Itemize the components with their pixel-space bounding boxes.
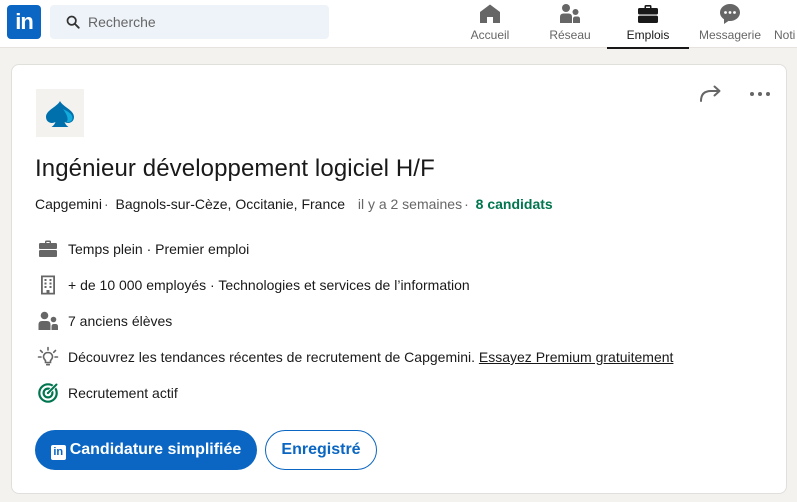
nav-item-label: Noti [774,28,796,42]
job-meta-row: Capgemini · Bagnols-sur-Cèze, Occitanie, … [35,196,553,212]
people-icon [38,311,58,330]
nav-item-messaging[interactable]: Messagerie [697,0,763,48]
lightbulb-icon [37,346,59,366]
applicants-count: 8 candidats [475,196,553,212]
target-icon [38,383,58,403]
insight-text: Temps plein · Premier emploi [68,241,250,257]
share-arrow-icon [700,85,721,102]
ellipsis-icon [750,92,770,96]
company-name-link[interactable]: Capgemini [35,196,102,212]
insight-text: Découvrez les tendances récentes de recr… [68,349,673,365]
job-insight-company-size: + de 10 000 employés · Technologies et s… [36,273,756,297]
nav-item-label: Messagerie [698,28,762,42]
more-options-button[interactable] [747,82,773,108]
try-premium-link[interactable]: Essayez Premium gratuitement [479,349,674,365]
saved-label: Enregistré [281,441,361,458]
job-location: Bagnols-sur-Cèze, Occitanie, France [115,196,346,212]
people-icon [560,4,580,23]
global-nav: in Accueil Réseau Emplois [0,0,797,49]
insight-text: + de 10 000 employés · Technologies et s… [68,277,470,293]
insight-text: 7 anciens élèves [68,313,173,329]
nav-item-notifications[interactable]: Noti [770,0,797,48]
nav-item-label: Réseau [549,28,591,42]
company-logo[interactable] [36,89,84,137]
share-button[interactable] [698,82,724,108]
insight-text-main: Découvrez les tendances récentes de recr… [68,349,475,365]
job-title: Ingénieur développement logiciel H/F [35,155,435,182]
search-input[interactable] [88,5,318,39]
linkedin-badge-icon: in [50,444,66,460]
search-icon [66,15,80,29]
messaging-icon [720,4,740,24]
easy-apply-button[interactable]: in Candidature simplifiée [35,430,257,470]
nav-item-network[interactable]: Réseau [540,0,600,48]
job-insight-active-recruiting: Recrutement actif [36,381,756,405]
job-insight-employment-type: Temps plein · Premier emploi [36,237,756,261]
easy-apply-label: Candidature simplifiée [69,440,242,458]
nav-item-label: Accueil [470,28,510,42]
meta-separator [351,196,355,212]
meta-separator: · [103,196,109,212]
nav-item-home[interactable]: Accueil [460,0,520,48]
nav-item-label: Emplois [626,28,670,42]
posted-date: il y a 2 semaines [357,196,463,212]
linkedin-logo[interactable]: in [7,5,41,39]
home-icon [480,4,500,23]
building-icon [41,275,55,295]
search-box[interactable] [50,5,329,39]
meta-separator: · [464,196,469,212]
briefcase-icon [39,240,57,257]
job-insight-premium-trends: Découvrez les tendances récentes de recr… [36,345,756,369]
briefcase-icon [638,5,658,23]
job-insight-alumni: 7 anciens élèves [36,309,756,333]
job-details-card: Ingénieur développement logiciel H/F Cap… [11,64,787,494]
capgemini-spade-icon [46,101,74,127]
insight-text: Recrutement actif [68,385,178,401]
saved-button[interactable]: Enregistré [265,430,377,470]
nav-item-jobs[interactable]: Emplois [607,0,689,49]
